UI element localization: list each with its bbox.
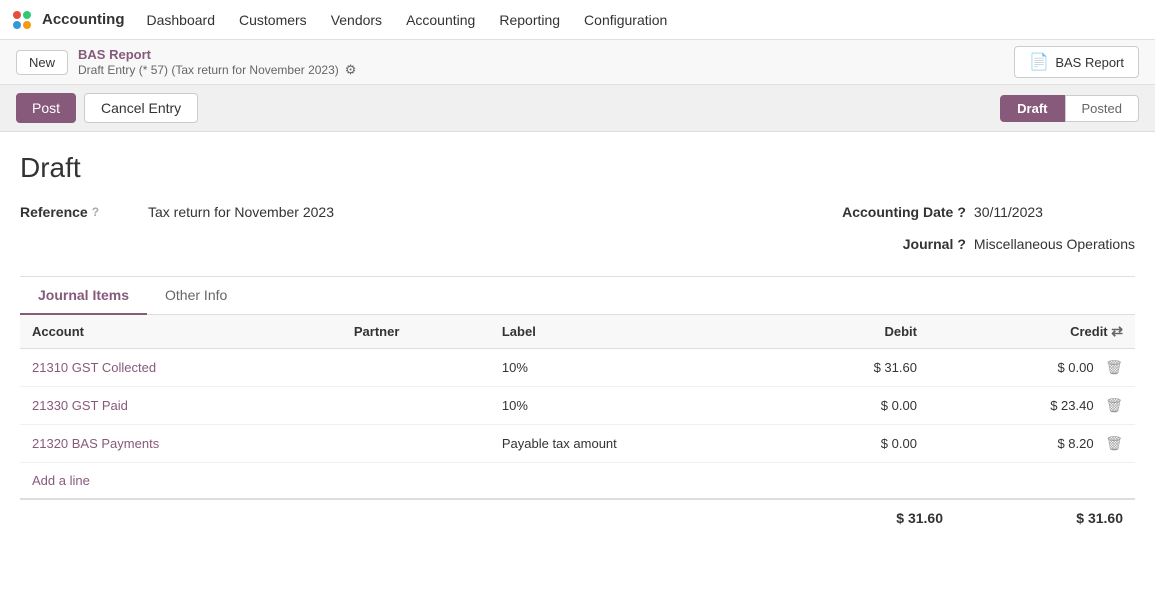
table-header-row: Account Partner Label Debit Credit ⇄	[20, 315, 1135, 349]
cell-label-2: Payable tax amount	[490, 425, 786, 463]
bas-report-label: BAS Report	[1055, 55, 1124, 70]
nav-item-accounting[interactable]: Accounting	[396, 6, 485, 34]
col-label: Label	[490, 315, 786, 349]
left-fields: Reference ? Tax return for November 2023	[20, 204, 334, 252]
nav-brand: Accounting	[42, 11, 125, 28]
delete-row-1-icon[interactable]: 🗑	[1105, 397, 1123, 413]
cell-debit-2: $ 0.00	[786, 425, 929, 463]
status-draft[interactable]: Draft	[1000, 95, 1064, 122]
breadcrumb-title[interactable]: BAS Report	[78, 47, 356, 62]
breadcrumb-left: New BAS Report Draft Entry (* 57) (Tax r…	[16, 47, 356, 78]
tab-other-info[interactable]: Other Info	[147, 277, 245, 315]
fields-section: Reference ? Tax return for November 2023…	[20, 204, 1135, 252]
cell-credit-0: $ 0.00 🗑	[929, 349, 1135, 387]
cell-credit-1: $ 23.40 🗑	[929, 387, 1135, 425]
breadcrumb-subtitle-text: Draft Entry (* 57) (Tax return for Novem…	[78, 63, 339, 77]
column-adjust-icon[interactable]: ⇄	[1111, 323, 1123, 339]
nav-item-configuration[interactable]: Configuration	[574, 6, 677, 34]
table-row: 21320 BAS Payments Payable tax amount $ …	[20, 425, 1135, 463]
action-buttons: Post Cancel Entry	[16, 93, 198, 123]
cell-partner-0	[342, 349, 490, 387]
nav-item-dashboard[interactable]: Dashboard	[137, 6, 226, 34]
accounting-date-row: Accounting Date ? 30/11/2023	[836, 204, 1135, 220]
cell-debit-1: $ 0.00	[786, 387, 929, 425]
cell-account-0[interactable]: 21310 GST Collected	[20, 349, 342, 387]
cell-partner-1	[342, 387, 490, 425]
reference-help-icon[interactable]: ?	[92, 205, 99, 219]
journal-value: Miscellaneous Operations	[974, 236, 1135, 252]
gear-icon[interactable]: ⚙	[345, 62, 357, 78]
col-debit: Debit	[786, 315, 929, 349]
cell-account-2[interactable]: 21320 BAS Payments	[20, 425, 342, 463]
col-credit: Credit ⇄	[929, 315, 1135, 349]
accounting-date-value: 30/11/2023	[974, 204, 1043, 220]
new-button[interactable]: New	[16, 50, 68, 75]
tabs-row: Journal Items Other Info	[20, 277, 1135, 315]
accounting-date-help-icon[interactable]: ?	[957, 204, 966, 220]
reference-label: Reference ?	[20, 204, 140, 220]
journal-items-table-wrapper: Account Partner Label Debit Credit ⇄ 213…	[20, 315, 1135, 498]
cell-debit-0: $ 31.60	[786, 349, 929, 387]
delete-row-2-icon[interactable]: 🗑	[1105, 435, 1123, 451]
top-navigation: Accounting Dashboard Customers Vendors A…	[0, 0, 1155, 40]
col-partner: Partner	[342, 315, 490, 349]
journal-row: Journal ? Miscellaneous Operations	[836, 236, 1135, 252]
cell-partner-2	[342, 425, 490, 463]
status-bar: Draft Posted	[1000, 95, 1139, 122]
right-fields: Accounting Date ? 30/11/2023 Journal ? M…	[836, 204, 1135, 252]
breadcrumb-bar: New BAS Report Draft Entry (* 57) (Tax r…	[0, 40, 1155, 85]
tab-journal-items[interactable]: Journal Items	[20, 277, 147, 315]
post-button[interactable]: Post	[16, 93, 76, 123]
cell-account-1[interactable]: 21330 GST Paid	[20, 387, 342, 425]
status-posted[interactable]: Posted	[1065, 95, 1139, 122]
journal-label: Journal ?	[836, 236, 966, 252]
action-bar: Post Cancel Entry Draft Posted	[0, 85, 1155, 132]
total-debit: $ 31.60	[843, 510, 943, 526]
cell-label-1: 10%	[490, 387, 786, 425]
journal-items-table: Account Partner Label Debit Credit ⇄ 213…	[20, 315, 1135, 463]
cell-credit-2: $ 8.20 🗑	[929, 425, 1135, 463]
nav-item-reporting[interactable]: Reporting	[489, 6, 570, 34]
total-credit: $ 31.60	[1023, 510, 1123, 526]
cancel-entry-button[interactable]: Cancel Entry	[84, 93, 198, 123]
right-fields-group: Accounting Date ? 30/11/2023 Journal ? M…	[836, 204, 1135, 252]
col-account: Account	[20, 315, 342, 349]
reference-value: Tax return for November 2023	[148, 204, 334, 220]
breadcrumb-text: BAS Report Draft Entry (* 57) (Tax retur…	[78, 47, 356, 78]
accounting-date-label: Accounting Date ?	[836, 204, 966, 220]
delete-row-0-icon[interactable]: 🗑	[1105, 359, 1123, 375]
page-title: Draft	[20, 152, 1135, 184]
journal-help-icon[interactable]: ?	[957, 236, 966, 252]
table-row: 21330 GST Paid 10% $ 0.00 $ 23.40 🗑	[20, 387, 1135, 425]
tabs-section: Journal Items Other Info	[20, 276, 1135, 315]
app-logo	[12, 10, 32, 30]
add-line-link[interactable]: Add a line	[20, 463, 102, 498]
document-icon: 📄	[1029, 52, 1049, 72]
table-row: 21310 GST Collected 10% $ 31.60 $ 0.00 🗑	[20, 349, 1135, 387]
bas-report-button[interactable]: 📄 BAS Report	[1014, 46, 1139, 78]
main-content: Draft Reference ? Tax return for Novembe…	[0, 132, 1155, 536]
nav-item-vendors[interactable]: Vendors	[321, 6, 392, 34]
nav-item-customers[interactable]: Customers	[229, 6, 317, 34]
table-footer: $ 31.60 $ 31.60	[20, 498, 1135, 536]
breadcrumb-subtitle: Draft Entry (* 57) (Tax return for Novem…	[78, 62, 356, 78]
reference-field-row: Reference ? Tax return for November 2023	[20, 204, 334, 220]
cell-label-0: 10%	[490, 349, 786, 387]
